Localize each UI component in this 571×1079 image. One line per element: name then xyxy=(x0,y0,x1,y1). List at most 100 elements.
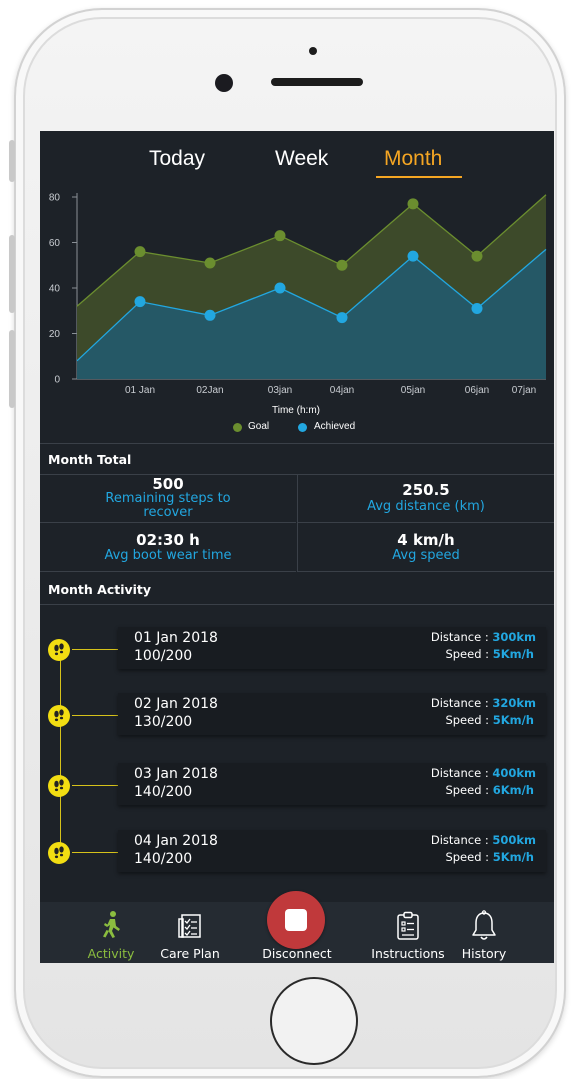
nav-care-plan[interactable]: Care Plan xyxy=(154,902,226,963)
stat-label: Avg speed xyxy=(392,548,460,563)
period-tabs: Today Week Month xyxy=(40,131,554,191)
legend-goal-marker xyxy=(233,423,242,432)
activity-steps: 100/200 xyxy=(134,648,193,664)
month-total-grid: 500 Remaining steps to recover 250.5 Avg… xyxy=(40,474,554,573)
data-point-achieved xyxy=(407,250,419,262)
nav-care-plan-label: Care Plan xyxy=(160,946,220,961)
legend-achieved-marker xyxy=(298,423,307,432)
earpiece-speaker xyxy=(271,78,363,86)
month-activity-header: Month Activity xyxy=(40,574,554,605)
month-total-header: Month Total xyxy=(40,443,554,475)
activity-date: 01 Jan 2018 xyxy=(134,630,218,646)
timeline-connector xyxy=(72,852,118,853)
nav-activity[interactable]: Activity xyxy=(80,902,142,963)
stat-value: 4 km/h xyxy=(397,531,455,549)
timeline-connector xyxy=(72,715,118,716)
nav-disconnect[interactable]: Disconnect xyxy=(250,891,344,963)
activity-steps: 140/200 xyxy=(134,784,193,800)
activity-card[interactable]: 02 Jan 2018 130/200 Distance : 320km Spe… xyxy=(118,693,546,735)
timeline-connector xyxy=(72,785,118,786)
activity-entry[interactable]: 03 Jan 2018 140/200 Distance : 400km Spe… xyxy=(40,763,554,813)
data-point-goal xyxy=(407,198,419,210)
activity-distance: Distance : 300km xyxy=(430,630,536,644)
data-point-achieved xyxy=(204,309,216,321)
app-screen: Today Week Month 0 20 40 60 80 01 Jan 02Jan 03j… xyxy=(40,131,554,963)
y-tick-label: 80 xyxy=(49,193,61,204)
stat-label: Avg distance (km) xyxy=(367,499,485,514)
activity-speed: Speed : 6Km/h xyxy=(445,783,534,797)
month-total-title: Month Total xyxy=(48,452,132,467)
data-point-achieved xyxy=(274,282,286,294)
month-activity-title: Month Activity xyxy=(48,582,152,597)
data-point-achieved xyxy=(336,312,348,324)
activity-steps: 130/200 xyxy=(134,714,193,730)
volume-down-button xyxy=(9,330,15,408)
activity-area-chart: 0 20 40 60 80 01 Jan 02Jan 03jan 04jan 05jan 06jan… xyxy=(49,193,547,416)
activity-date: 03 Jan 2018 xyxy=(134,766,218,782)
data-point-achieved xyxy=(471,302,483,314)
timeline-connector xyxy=(72,649,118,650)
tab-month[interactable]: Month xyxy=(384,147,442,171)
activity-entry[interactable]: 02 Jan 2018 130/200 Distance : 320km Spe… xyxy=(40,693,554,743)
legend-achieved-label: Achieved xyxy=(314,421,356,432)
data-point-goal xyxy=(336,259,348,271)
x-tick-label: 04jan xyxy=(330,385,354,396)
x-tick-label: 03jan xyxy=(268,385,292,396)
nav-history-label: History xyxy=(461,946,507,961)
front-camera xyxy=(215,74,233,92)
stat-remaining-steps: 500 Remaining steps to recover xyxy=(40,474,296,523)
activity-date: 04 Jan 2018 xyxy=(134,833,218,849)
nav-instructions-label: Instructions xyxy=(371,946,445,961)
volume-up-button xyxy=(9,235,15,313)
proximity-sensor xyxy=(309,47,317,55)
x-tick-label: 06jan xyxy=(465,385,489,396)
activity-date: 02 Jan 2018 xyxy=(134,696,218,712)
stat-value: 02:30 h xyxy=(136,531,200,549)
nav-disconnect-label: Disconnect xyxy=(262,946,332,961)
running-person-icon xyxy=(103,911,120,938)
activity-entry[interactable]: 04 Jan 2018 140/200 Distance : 500km Spe… xyxy=(40,830,554,880)
activity-distance: Distance : 400km xyxy=(430,766,536,780)
y-tick-label: 40 xyxy=(49,284,61,295)
stat-value: 250.5 xyxy=(402,481,450,499)
nav-history[interactable]: History xyxy=(458,902,510,963)
stat-boot-wear-time: 02:30 h Avg boot wear time xyxy=(40,523,296,572)
x-tick-label: 05jan xyxy=(401,385,425,396)
activity-speed: Speed : 5Km/h xyxy=(445,713,534,727)
stat-avg-distance: 250.5 Avg distance (km) xyxy=(297,474,554,523)
activity-card[interactable]: 03 Jan 2018 140/200 Distance : 400km Spe… xyxy=(118,763,546,805)
footsteps-icon xyxy=(48,775,70,797)
footsteps-icon xyxy=(48,639,70,661)
mute-switch xyxy=(9,140,15,182)
activity-speed: Speed : 5Km/h xyxy=(445,647,534,661)
disconnect-button[interactable] xyxy=(267,891,325,949)
data-point-achieved xyxy=(134,296,146,308)
tab-today[interactable]: Today xyxy=(149,147,205,171)
footsteps-icon xyxy=(48,705,70,727)
bottom-navigation: Activity Care Plan Disconnect Instructio… xyxy=(40,891,554,963)
active-tab-indicator xyxy=(376,176,462,178)
activity-card[interactable]: 01 Jan 2018 100/200 Distance : 300km Spe… xyxy=(118,627,546,669)
x-tick-label: 07jan xyxy=(512,385,536,396)
data-point-goal xyxy=(134,246,146,258)
activity-speed: Speed : 5Km/h xyxy=(445,850,534,864)
checklist-icon xyxy=(178,914,201,938)
clipboard-icon xyxy=(397,911,419,940)
activity-entry[interactable]: 01 Jan 2018 100/200 Distance : 300km Spe… xyxy=(40,627,554,677)
chart-legend: Goal Achieved xyxy=(40,419,554,435)
stat-label: Remaining steps to recover xyxy=(105,491,231,520)
home-button[interactable] xyxy=(270,977,358,1065)
data-point-goal xyxy=(204,257,216,269)
x-tick-label: 02Jan xyxy=(196,385,223,396)
legend-goal-label: Goal xyxy=(248,421,270,432)
data-point-goal xyxy=(274,230,286,242)
tab-week[interactable]: Week xyxy=(275,147,328,171)
activity-distance: Distance : 320km xyxy=(430,696,536,710)
stop-icon xyxy=(285,909,307,931)
nav-instructions[interactable]: Instructions xyxy=(366,902,450,963)
bell-icon xyxy=(472,910,496,940)
stat-label: Avg boot wear time xyxy=(104,548,232,563)
activity-card[interactable]: 04 Jan 2018 140/200 Distance : 500km Spe… xyxy=(118,830,546,872)
nav-activity-label: Activity xyxy=(87,946,135,961)
x-axis-title: Time (h:m) xyxy=(272,405,320,416)
